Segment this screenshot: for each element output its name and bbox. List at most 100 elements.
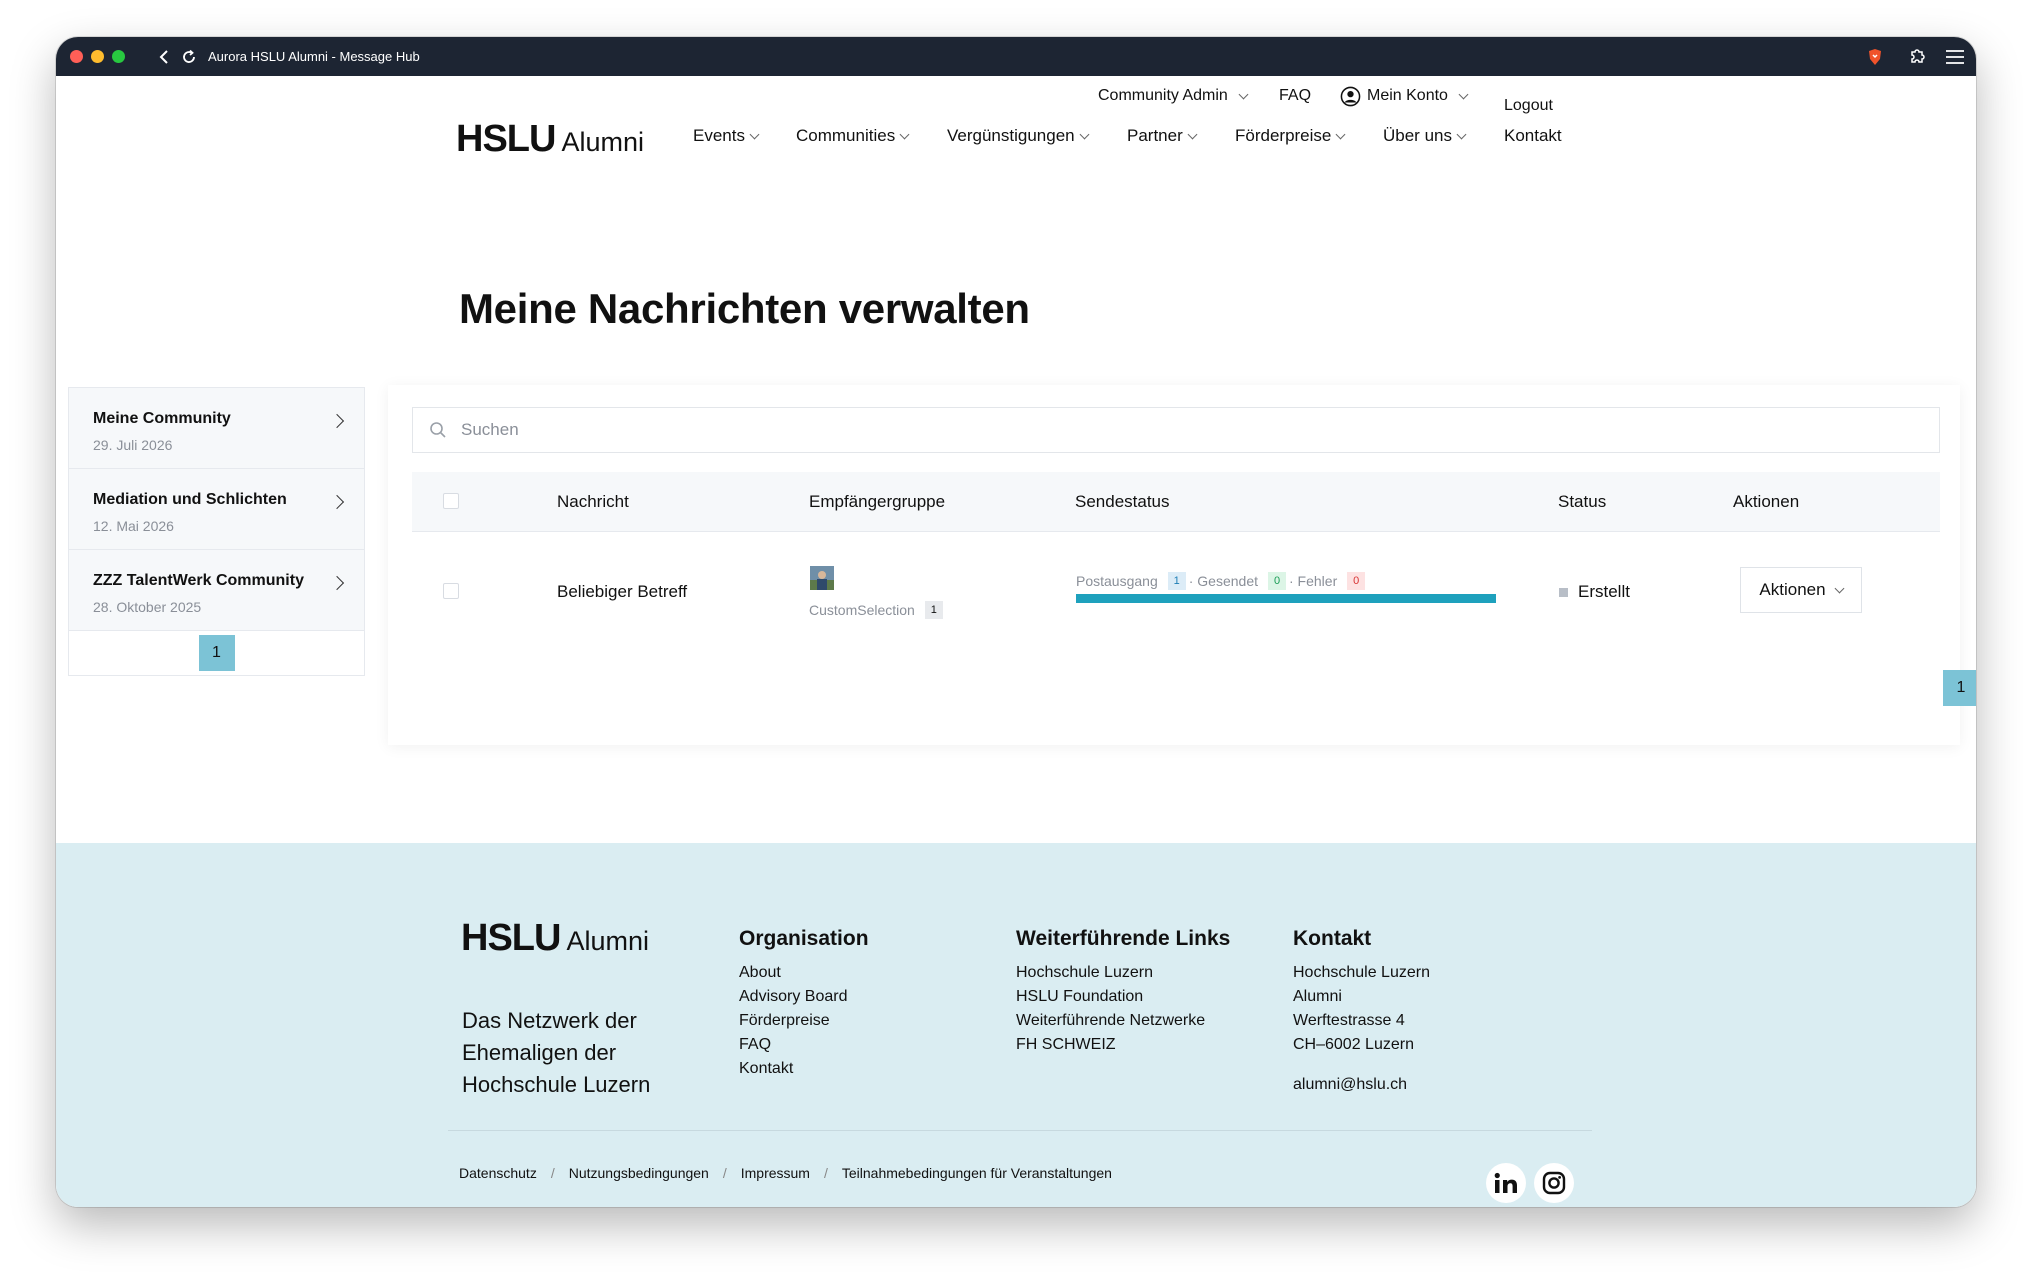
- chevron-down-icon: [1456, 129, 1467, 139]
- chevron-down-icon: [899, 129, 910, 139]
- mein-konto-menu[interactable]: Mein Konto: [1340, 86, 1469, 107]
- chevron-down-icon: [1238, 89, 1249, 99]
- footer-address-line: Hochschule Luzern: [1293, 964, 1430, 981]
- sidebar-item-mediation[interactable]: Mediation und Schlichten 12. Mai 2026: [69, 469, 364, 550]
- footer-email-link[interactable]: alumni@hslu.ch: [1293, 1073, 1430, 1097]
- mein-konto-label: Mein Konto: [1367, 87, 1448, 104]
- sidebar-item-date: 28. Oktober 2025: [93, 599, 202, 615]
- footer-separator: /: [722, 1165, 727, 1181]
- nav-verguenstigungen[interactable]: Vergünstigungen: [947, 126, 1090, 146]
- footer-link-advisory-board[interactable]: Advisory Board: [739, 985, 869, 1009]
- footer-link-hslu-foundation[interactable]: HSLU Foundation: [1016, 985, 1230, 1009]
- linkedin-icon[interactable]: [1486, 1163, 1526, 1203]
- aktionen-dropdown-button[interactable]: Aktionen: [1740, 567, 1862, 613]
- close-window-button[interactable]: [70, 50, 83, 63]
- footer-link-faq[interactable]: FAQ: [739, 1033, 869, 1057]
- sidebar-item-meine-community[interactable]: Meine Community 29. Juli 2026: [69, 388, 364, 469]
- extensions-icon[interactable]: [1906, 46, 1928, 68]
- sidebar-item-title: Mediation und Schlichten: [93, 491, 287, 508]
- sidebar-item-talentwerk[interactable]: ZZZ TalentWerk Community 28. Oktober 202…: [69, 550, 364, 631]
- sidebar-item-date: 29. Juli 2026: [93, 437, 173, 453]
- footer-logo[interactable]: HSLU Alumni: [461, 917, 649, 960]
- table-row[interactable]: Beliebiger Betreff CustomSelection 1 Pos…: [412, 532, 1940, 654]
- nav-communities[interactable]: Communities: [796, 126, 910, 146]
- chevron-down-icon: [1335, 129, 1346, 139]
- logo-regular-text: Alumni: [561, 127, 644, 157]
- gesendet-label: · Gesendet: [1188, 573, 1258, 589]
- community-admin-label: Community Admin: [1098, 87, 1228, 104]
- send-progress-bar: [1076, 594, 1496, 603]
- search-icon: [430, 422, 446, 438]
- footer-address-line: CH–6002 Luzern: [1293, 1036, 1414, 1053]
- browser-titlebar: Aurora HSLU Alumni - Message Hub: [56, 37, 1976, 76]
- search-input[interactable]: [461, 420, 1861, 440]
- menu-icon[interactable]: [1944, 46, 1966, 68]
- table-page-button[interactable]: 1: [1943, 670, 1976, 706]
- footer-link-netzwerke[interactable]: Weiterführende Netzwerke: [1016, 1009, 1230, 1033]
- nav-events-label: Events: [693, 126, 745, 145]
- logo-bold-text: HSLU: [456, 118, 556, 160]
- avatar-image-icon: [810, 566, 834, 590]
- nav-communities-label: Communities: [796, 126, 896, 145]
- chevron-down-icon: [1079, 129, 1090, 139]
- footer-link-impressum[interactable]: Impressum: [741, 1165, 810, 1181]
- header-aktionen: Aktionen: [1733, 492, 1800, 511]
- header-empfaengergruppe[interactable]: Empfängergruppe: [809, 492, 945, 512]
- nav-kontakt[interactable]: Kontakt: [1504, 126, 1562, 146]
- site-footer: HSLU Alumni Das Netzwerk der Ehemaligen …: [56, 843, 1976, 1207]
- footer-address-line: Alumni: [1293, 988, 1342, 1005]
- postausgang-badge: 1: [1167, 572, 1186, 590]
- nav-ueber-uns[interactable]: Über uns: [1383, 126, 1467, 146]
- faq-link[interactable]: FAQ: [1279, 87, 1311, 105]
- footer-link-datenschutz[interactable]: Datenschutz: [459, 1165, 537, 1181]
- message-subject[interactable]: Beliebiger Betreff: [557, 582, 687, 602]
- header-sendestatus[interactable]: Sendestatus: [1075, 492, 1170, 512]
- footer-link-teilnahmebedingungen[interactable]: Teilnahmebedingungen für Veranstaltungen: [842, 1165, 1112, 1181]
- nav-events[interactable]: Events: [693, 126, 760, 146]
- sidebar-page-button[interactable]: 1: [198, 635, 235, 671]
- table-pagination: 1: [1943, 670, 1976, 706]
- sidebar-item-date: 12. Mai 2026: [93, 518, 174, 534]
- row-checkbox[interactable]: [443, 583, 459, 599]
- footer-logo-regular: Alumni: [566, 926, 649, 956]
- aktionen-label: Aktionen: [1759, 580, 1826, 599]
- browser-window: Aurora HSLU Alumni - Message Hub Communi…: [56, 37, 1976, 1207]
- nav-foerderpreise-label: Förderpreise: [1235, 126, 1332, 145]
- footer-link-kontakt[interactable]: Kontakt: [739, 1057, 869, 1081]
- nav-partner[interactable]: Partner: [1127, 126, 1198, 146]
- community-admin-menu[interactable]: Community Admin: [1098, 87, 1249, 105]
- nav-foerderpreise[interactable]: Förderpreise: [1235, 126, 1346, 146]
- back-icon[interactable]: [153, 46, 175, 68]
- nav-verguenstigungen-label: Vergünstigungen: [947, 126, 1075, 145]
- maximize-window-button[interactable]: [112, 50, 125, 63]
- fehler-label: · Fehler: [1289, 573, 1338, 589]
- header-nachricht[interactable]: Nachricht: [557, 492, 629, 512]
- footer-legal-links: Datenschutz / Nutzungsbedingungen / Impr…: [459, 1165, 1112, 1181]
- message-status: Erstellt: [1559, 582, 1630, 602]
- footer-kontakt-title: Kontakt: [1293, 927, 1372, 950]
- footer-description: Das Netzwerk der Ehemaligen der Hochschu…: [462, 1008, 651, 1097]
- hslu-alumni-logo[interactable]: HSLU Alumni: [456, 118, 644, 161]
- send-status: Postausgang 1 · Gesendet 0 · Fehler 0: [1076, 572, 1368, 590]
- footer-link-foerderpreise[interactable]: Förderpreise: [739, 1009, 869, 1033]
- gesendet-badge: 0: [1268, 572, 1286, 590]
- messages-panel: Nachricht Empfängergruppe Sendestatus St…: [388, 385, 1976, 745]
- brave-shield-icon[interactable]: [1864, 46, 1886, 68]
- footer-link-fh-schweiz[interactable]: FH SCHWEIZ: [1016, 1033, 1230, 1057]
- minimize-window-button[interactable]: [91, 50, 104, 63]
- page-title: Meine Nachrichten verwalten: [459, 285, 1030, 332]
- recipient-count-badge: 1: [924, 601, 943, 619]
- logout-link[interactable]: Logout: [1504, 97, 1553, 115]
- instagram-icon[interactable]: [1534, 1163, 1574, 1203]
- footer-link-about[interactable]: About: [739, 961, 869, 985]
- footer-link-nutzungsbedingungen[interactable]: Nutzungsbedingungen: [569, 1165, 709, 1181]
- footer-link-hochschule-luzern[interactable]: Hochschule Luzern: [1016, 961, 1230, 985]
- footer-links-title: Weiterführende Links: [1016, 927, 1231, 950]
- nav-ueber-uns-label: Über uns: [1383, 126, 1452, 145]
- footer-kontakt: Kontakt Hochschule Luzern Alumni Werftes…: [1293, 927, 1430, 1097]
- header-status[interactable]: Status: [1558, 492, 1606, 512]
- reload-icon[interactable]: [178, 46, 200, 68]
- status-indicator: [1559, 587, 1568, 597]
- select-all-checkbox[interactable]: [443, 493, 459, 509]
- browser-tab-title: Aurora HSLU Alumni - Message Hub: [208, 49, 420, 64]
